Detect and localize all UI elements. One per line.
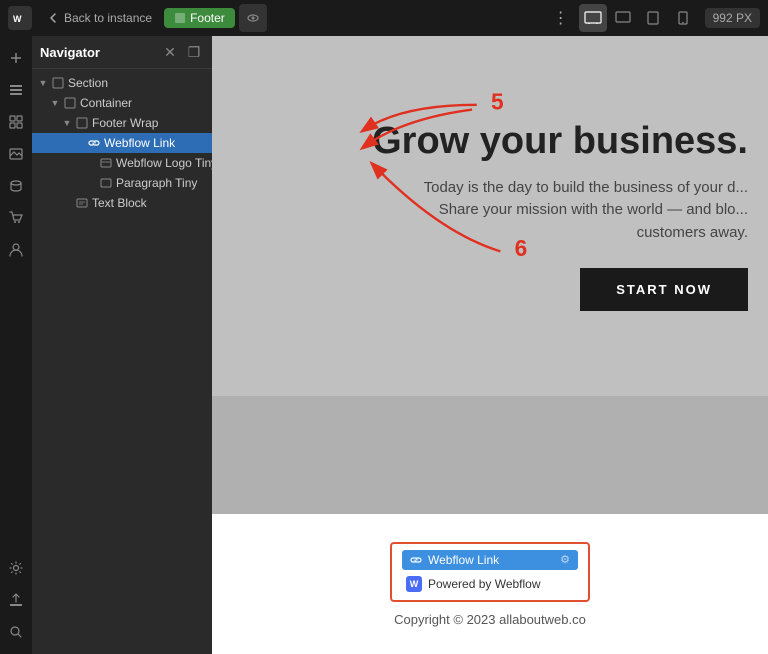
top-bar: W Back to instance Footer ⋮	[0, 0, 768, 36]
section-label: Section	[68, 76, 108, 90]
link-icon-small	[410, 554, 422, 566]
webflow-link-label: Webflow Link	[104, 136, 175, 150]
database-icon	[8, 178, 24, 194]
nav-item-webflow-link[interactable]: ▶ Webflow Link	[32, 133, 212, 153]
nav-item-section[interactable]: ▼ Section	[32, 73, 212, 93]
section-box-icon	[51, 76, 65, 90]
view-icons-group	[579, 4, 697, 32]
nav-item-paragraph-tiny[interactable]: ▶ Paragraph Tiny	[32, 173, 212, 193]
hero-title: Grow your business.	[372, 121, 748, 163]
webflow-logo-tiny-icon	[99, 156, 113, 170]
footer-badge-label: Footer	[190, 11, 225, 25]
section-arrow: ▼	[38, 78, 48, 88]
text-block-label: Text Block	[92, 196, 147, 210]
desktop-large-view-button[interactable]	[579, 4, 607, 32]
search-icon	[8, 624, 24, 640]
webflow-widget-wrapper: Webflow Link ⚙ W Powered by Webflow	[390, 542, 590, 602]
back-label: Back to instance	[64, 11, 152, 25]
close-navigator-button[interactable]: ✕	[160, 42, 180, 62]
footer-wrap-arrow: ▼	[62, 118, 72, 128]
navigator-header-icons: ✕ ❐	[160, 42, 204, 62]
webflow-link-row[interactable]: Webflow Link ⚙	[402, 550, 578, 570]
footer-badge-icon	[174, 12, 186, 24]
desktop-icon	[615, 11, 631, 25]
nav-item-footer-wrap[interactable]: ▼ Footer Wrap	[32, 113, 212, 133]
settings-button[interactable]	[2, 554, 30, 582]
cms-button[interactable]	[2, 172, 30, 200]
powered-by-label: Powered by Webflow	[428, 577, 541, 591]
ecommerce-button[interactable]	[2, 204, 30, 232]
tablet-view-button[interactable]	[639, 4, 667, 32]
main-area: Navigator ✕ ❐ ▼ Section ▼ Contain	[0, 36, 768, 654]
search-button[interactable]	[2, 618, 30, 646]
sidebar-icons	[0, 36, 32, 654]
canvas-area: Grow your business. Today is the day to …	[212, 36, 768, 654]
layers-icon	[8, 82, 24, 98]
canvas-footer-section: Webflow Link ⚙ W Powered by Webflow Copy…	[212, 514, 768, 654]
nav-item-container[interactable]: ▼ Container	[32, 93, 212, 113]
back-to-instance-button[interactable]: Back to instance	[40, 7, 160, 29]
mobile-view-button[interactable]	[669, 4, 697, 32]
webflow-powered-row: W Powered by Webflow	[402, 574, 578, 594]
footer-wrap-box-icon	[75, 116, 89, 130]
add-element-button[interactable]	[2, 44, 30, 72]
navigator-title: Navigator	[40, 45, 100, 60]
desktop-view-button[interactable]	[609, 4, 637, 32]
webflow-link-icon	[87, 136, 101, 150]
hero-subtitle: Today is the day to build the business o…	[424, 177, 748, 245]
canvas-hero-section: Grow your business. Today is the day to …	[212, 36, 768, 396]
nav-item-text-block[interactable]: ▶ Text Block	[32, 193, 212, 213]
text-block-icon	[75, 196, 89, 210]
webflow-link-row-label: Webflow Link	[428, 553, 499, 567]
desktop-large-icon	[584, 11, 602, 25]
gear-icon	[8, 560, 24, 576]
webflow-logo-tiny-label: Webflow Logo Tiny	[116, 156, 212, 170]
publish-button[interactable]	[2, 586, 30, 614]
users-button[interactable]	[2, 236, 30, 264]
navigator-icon	[8, 114, 24, 130]
gear-settings-icon[interactable]: ⚙	[560, 553, 570, 566]
container-label: Container	[80, 96, 132, 110]
start-now-button[interactable]: START NOW	[580, 268, 748, 311]
footer-wrap-label: Footer Wrap	[92, 116, 158, 130]
footer-badge[interactable]: Footer	[164, 8, 235, 28]
webflow-logo: W	[8, 6, 32, 30]
cart-icon	[8, 210, 24, 226]
image-icon	[8, 146, 24, 162]
navigator-button[interactable]	[2, 108, 30, 136]
layers-button[interactable]	[2, 76, 30, 104]
users-icon	[8, 242, 24, 258]
container-box-icon	[63, 96, 77, 110]
navigator-panel: Navigator ✕ ❐ ▼ Section ▼ Contain	[32, 36, 212, 654]
container-arrow: ▼	[50, 98, 60, 108]
tablet-icon	[647, 11, 659, 25]
preview-button[interactable]	[239, 4, 267, 32]
assets-button[interactable]	[2, 140, 30, 168]
navigator-header: Navigator ✕ ❐	[32, 36, 212, 69]
webflow-w-logo: W	[406, 576, 422, 592]
copyright-text: Copyright © 2023 allaboutweb.co	[394, 612, 586, 627]
back-arrow-icon	[48, 12, 60, 24]
more-options-button[interactable]: ⋮	[547, 8, 575, 28]
plus-icon	[8, 50, 24, 66]
nav-item-webflow-logo-tiny[interactable]: ▶ Webflow Logo Tiny	[32, 153, 212, 173]
svg-text:W: W	[13, 14, 22, 24]
px-display: 992 PX	[705, 8, 760, 28]
paragraph-tiny-icon	[99, 176, 113, 190]
eye-icon	[246, 11, 260, 25]
upload-icon	[8, 592, 24, 608]
expand-navigator-button[interactable]: ❐	[184, 42, 204, 62]
navigator-tree: ▼ Section ▼ Container ▼ Foote	[32, 69, 212, 654]
paragraph-tiny-label: Paragraph Tiny	[116, 176, 197, 190]
mobile-icon	[678, 11, 688, 25]
